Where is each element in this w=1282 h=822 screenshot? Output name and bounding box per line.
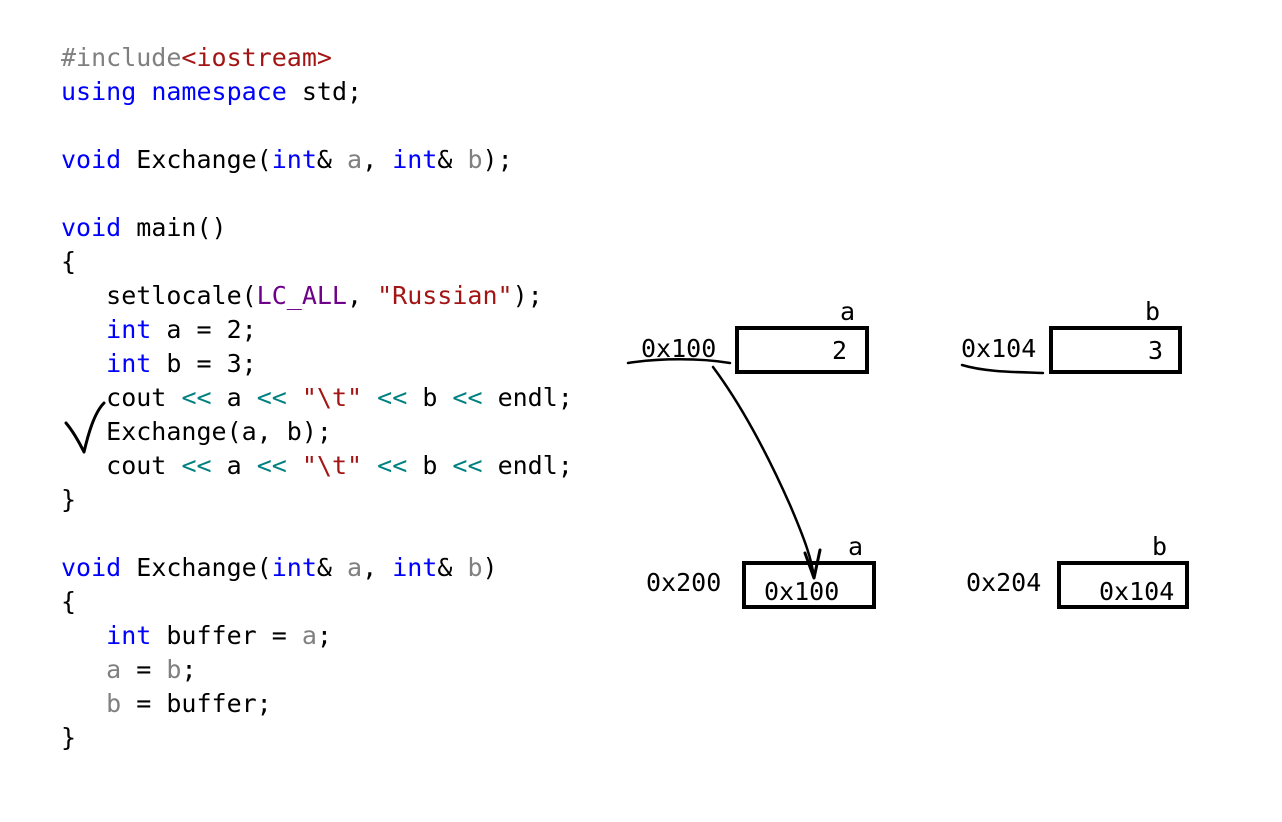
reference-arrow	[711, 365, 816, 580]
underline-0x104	[960, 363, 1045, 375]
handwritten-annotations	[64, 358, 1045, 580]
checkmark-icon	[64, 401, 106, 454]
underline-0x100	[626, 358, 732, 365]
